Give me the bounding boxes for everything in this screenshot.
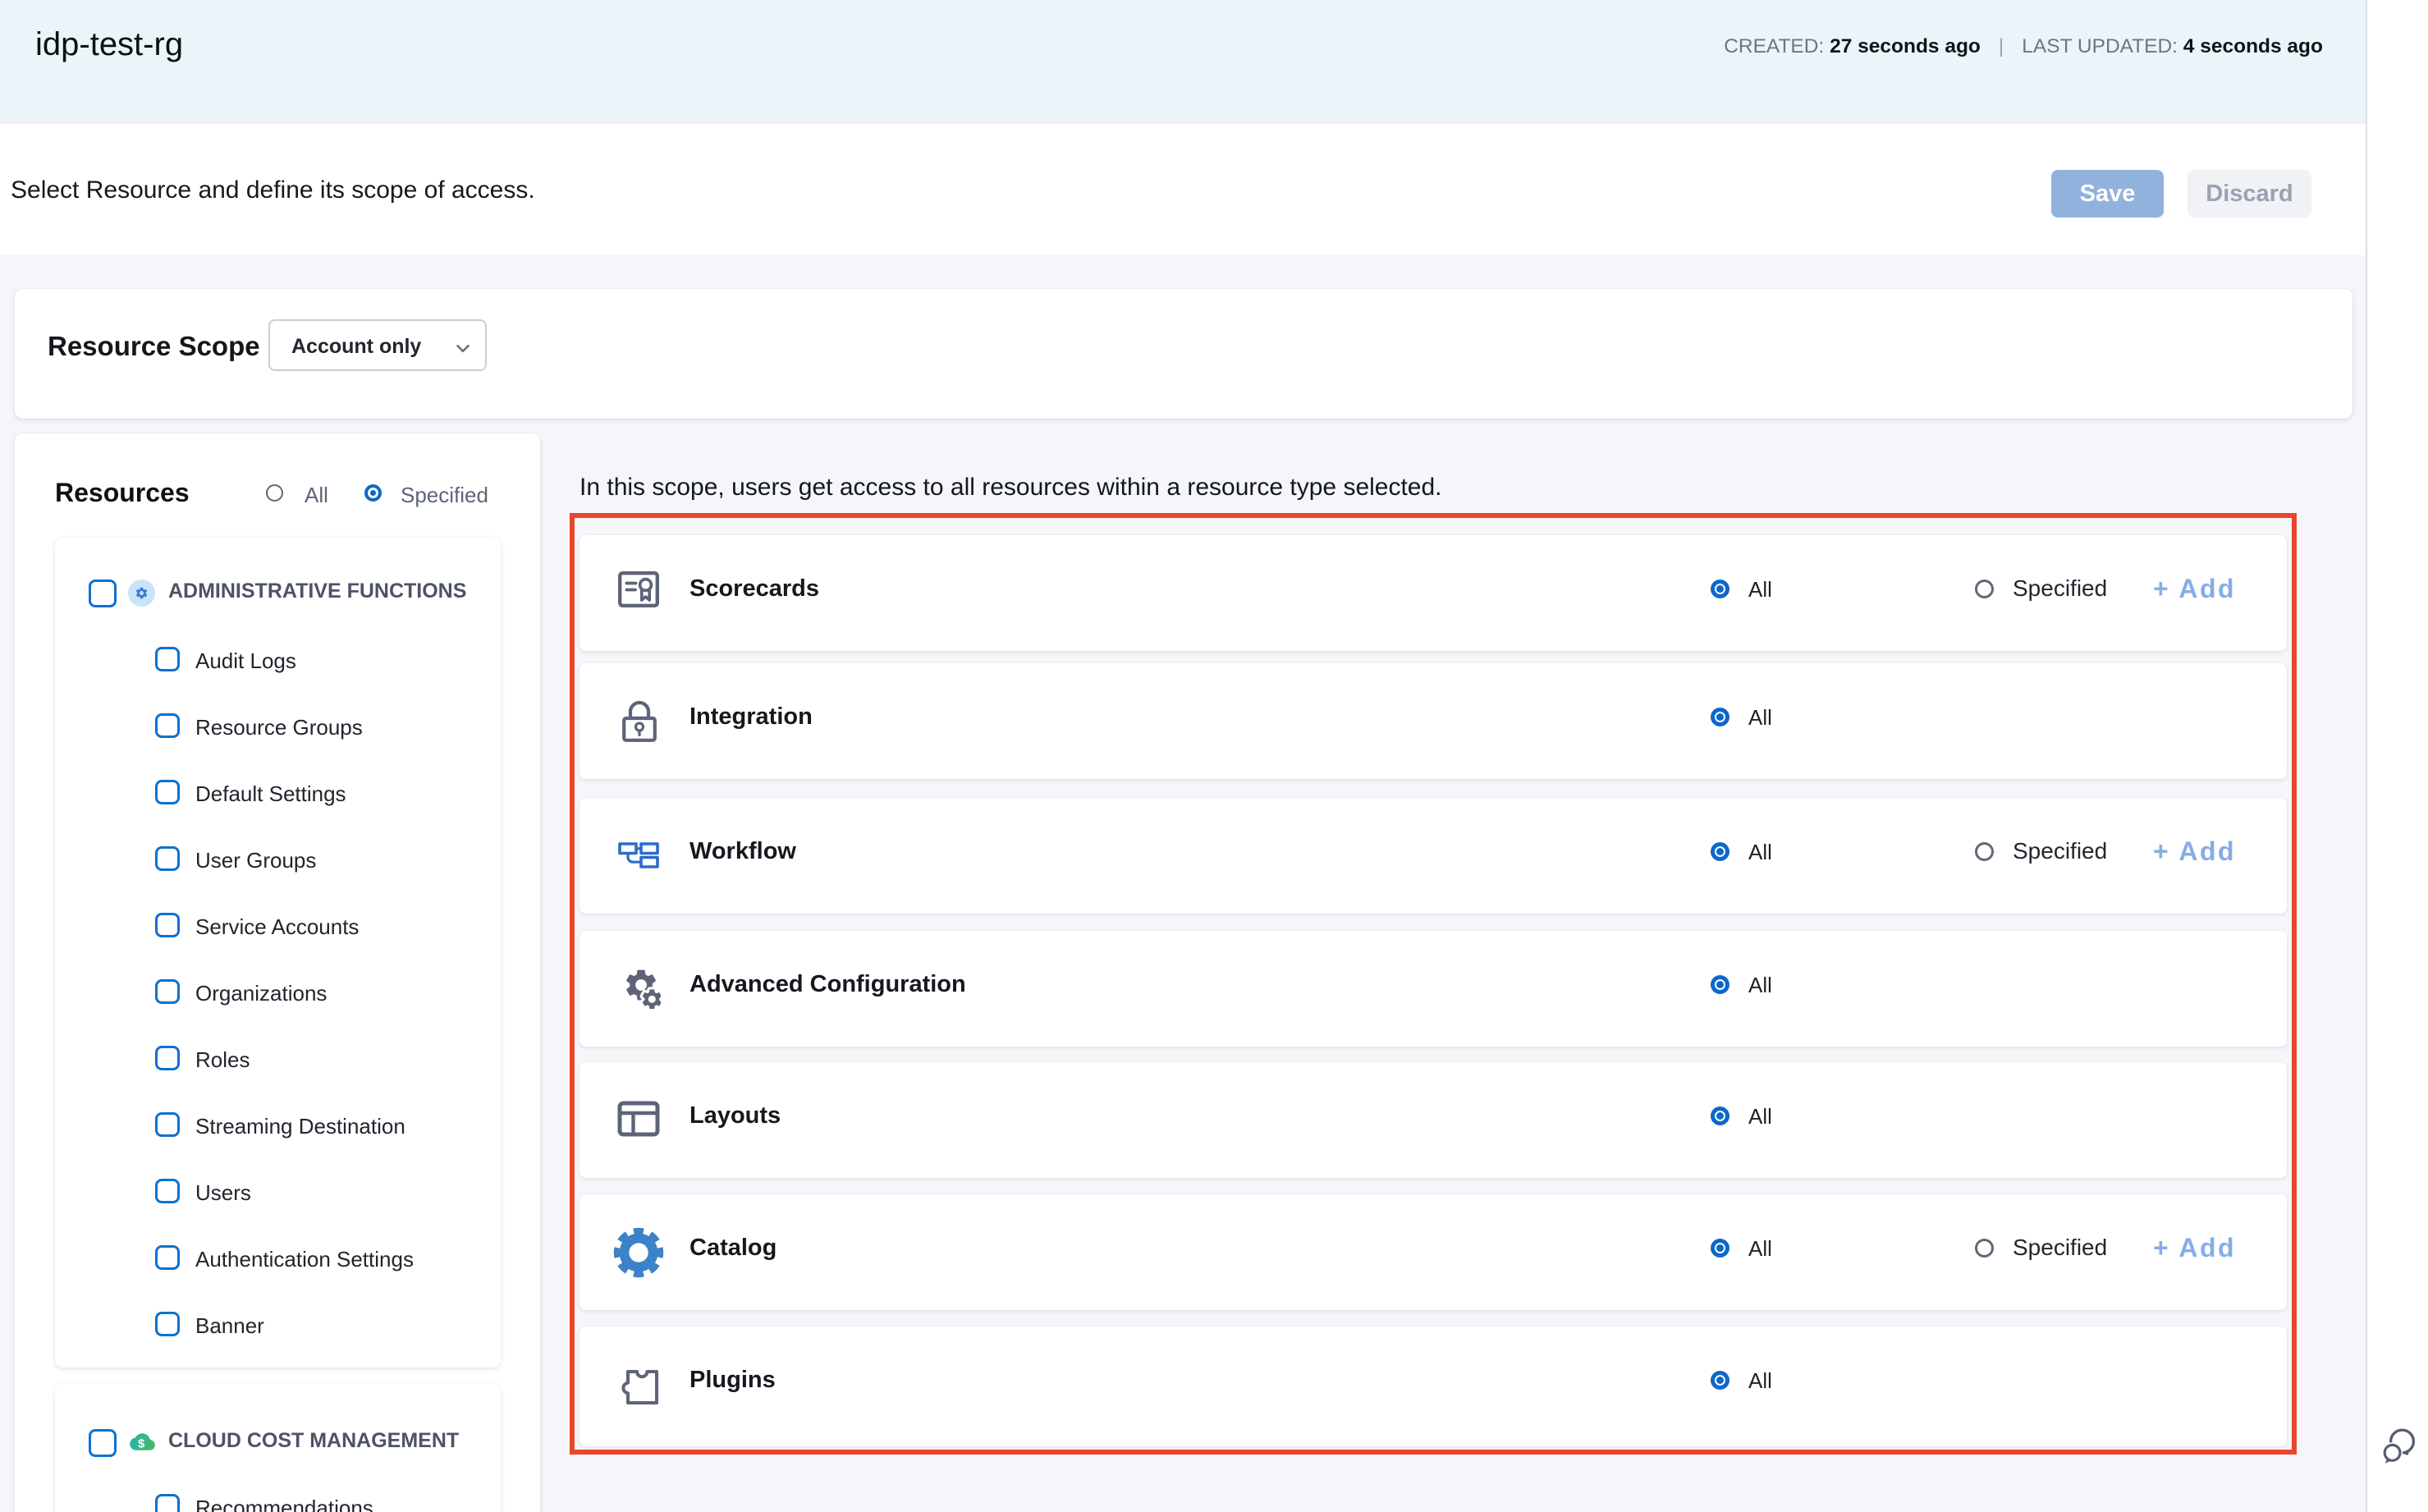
svg-text:$: $	[138, 1437, 144, 1450]
